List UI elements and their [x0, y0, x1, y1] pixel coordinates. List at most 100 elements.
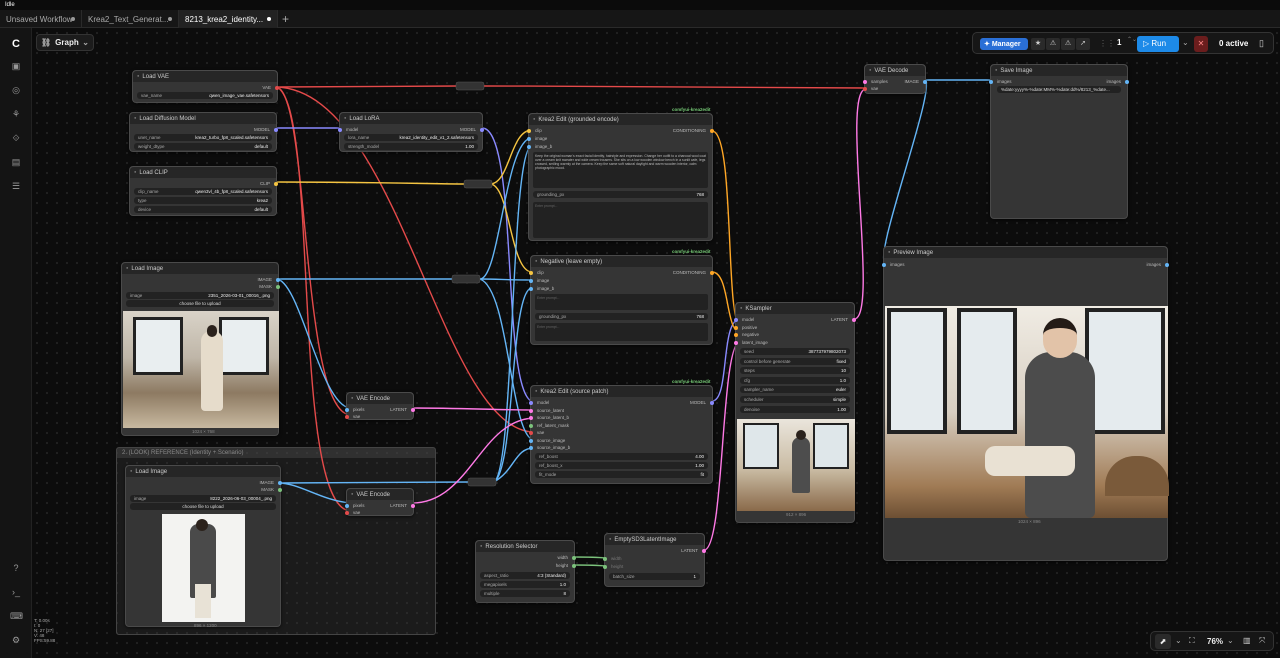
widget-multiple[interactable]: multiple 8: [480, 590, 570, 597]
input-slot[interactable]: [734, 333, 738, 337]
fit-view-icon[interactable]: ⛶: [1189, 636, 1195, 646]
node-vae-encode-1[interactable]: VAE Encode pixels vae LATENT: [345, 392, 415, 420]
input-slot[interactable]: [529, 438, 533, 443]
node-ksampler[interactable]: KSampler LATENT model positive negative lat…: [734, 302, 856, 523]
node-load-diffusion-model[interactable]: Load Diffusion Model MODEL unet_name krea…: [129, 112, 278, 152]
output-slot[interactable]: [274, 128, 278, 132]
widget-seed[interactable]: seed 387737979802073: [740, 348, 850, 355]
output-slot[interactable]: [480, 128, 484, 132]
input-slot[interactable]: [734, 340, 738, 345]
node-preview-image[interactable]: Preview Image images images 1024 × 896: [882, 246, 1169, 561]
node-save-image[interactable]: Save Image images images %date:yyyy%-%da…: [989, 64, 1129, 219]
widget-unet-name[interactable]: unet_name krea2_turbo_fp8_scaled.safetens…: [134, 134, 272, 141]
widget-batch-size[interactable]: batch_size 1: [609, 573, 700, 580]
tab-krea2-identity[interactable]: 8213_krea2_identity...: [179, 10, 278, 28]
output-slot[interactable]: [411, 408, 415, 412]
input-slot[interactable]: [603, 565, 607, 569]
widget-denoise[interactable]: denoise 1.00: [740, 405, 850, 413]
widget-steps[interactable]: steps 10: [740, 367, 850, 375]
tab-unsaved-workflow[interactable]: Unsaved Workflow: [0, 10, 82, 28]
secondary-prompt-textarea[interactable]: Enter prompt...: [533, 202, 708, 238]
widget-device[interactable]: device default: [134, 206, 272, 213]
node-vae-decode[interactable]: VAE Decode samples vae IMAGE: [863, 64, 927, 94]
input-slot[interactable]: [989, 80, 993, 84]
node-empty-sd3-latent[interactable]: EmptySD3LatentImage LATENT width height …: [603, 533, 706, 587]
stepper-icon[interactable]: ⌃⌄: [1127, 36, 1137, 43]
node-load-clip[interactable]: Load CLIP CLIP clip_name qwen3vl_4b_fp8_s…: [129, 166, 278, 216]
output-slot-mask[interactable]: [276, 285, 280, 289]
input-slot[interactable]: [529, 408, 533, 413]
input-slot[interactable]: [345, 504, 349, 508]
models-icon[interactable]: ◎: [10, 84, 22, 96]
output-slot[interactable]: [710, 401, 714, 405]
input-slot[interactable]: [529, 416, 533, 420]
node-load-lora[interactable]: Load LoRA model MODEL lora_name krea2_ide…: [338, 112, 484, 152]
input-slot[interactable]: [529, 279, 533, 283]
output-slot-mask[interactable]: [278, 488, 282, 492]
input-slot[interactable]: [338, 128, 342, 132]
output-slot[interactable]: [572, 556, 576, 560]
templates-icon[interactable]: ▤: [10, 156, 22, 168]
widget-scheduler[interactable]: scheduler simple: [740, 396, 850, 403]
output-slot[interactable]: [710, 129, 714, 133]
widget-cfg[interactable]: cfg 1.0: [740, 376, 850, 384]
cancel-run-button[interactable]: ✕: [1194, 36, 1208, 52]
drag-handle-icon[interactable]: ⋮⋮: [1099, 39, 1115, 48]
zoom-level[interactable]: 76%: [1207, 637, 1223, 646]
run-button[interactable]: ▷ Run: [1137, 36, 1179, 52]
link-visibility-icon[interactable]: ⤧: [1259, 636, 1265, 646]
chevron-down-icon[interactable]: ⌄: [1175, 636, 1182, 645]
widget-clip-name[interactable]: clip_name qwen3vl_4b_fp8_scaled.safetenso…: [134, 188, 272, 195]
prompt-textarea[interactable]: Enter prompt...: [535, 294, 708, 310]
manager-button[interactable]: ✦ Manager: [980, 38, 1028, 50]
workflows-icon[interactable]: ⟐: [10, 132, 22, 144]
node-krea2-source-patch[interactable]: Krea2 Edit (source patch) MODEL model sou…: [529, 385, 714, 484]
toggle-panel-icon[interactable]: ▯: [1259, 38, 1264, 49]
graph-selector[interactable]: ⛓ Graph ⌄: [36, 34, 94, 51]
input-slot[interactable]: [529, 401, 533, 405]
widget-filename-prefix[interactable]: %date:yyyy%-%date:MM%-%date:dd%/8213_%da…: [997, 86, 1121, 93]
upload-button[interactable]: choose file to upload: [126, 300, 274, 307]
pointer-icon[interactable]: ⬈: [1155, 634, 1171, 649]
widget-control-before-generate[interactable]: control before generate fixed: [740, 357, 850, 365]
node-load-vae[interactable]: Load VAE VAE vae_name qwen_image_vae.safe…: [132, 70, 279, 103]
output-slot-image[interactable]: [278, 481, 282, 485]
input-slot[interactable]: [529, 271, 533, 275]
terminal-icon[interactable]: ›_: [10, 586, 22, 598]
output-slot[interactable]: [275, 86, 279, 90]
output-slot[interactable]: [572, 564, 576, 568]
input-slot[interactable]: [527, 129, 531, 133]
active-queue-count[interactable]: 0 active: [1219, 39, 1248, 48]
node-vae-encode-2[interactable]: VAE Encode pixels vae LATENT: [345, 488, 415, 516]
input-slot[interactable]: [734, 318, 738, 322]
prompt-textarea[interactable]: Keep the original woman's exact facial i…: [533, 152, 708, 188]
widget-type[interactable]: type krea2: [134, 197, 272, 204]
output-slot[interactable]: [923, 80, 927, 84]
widget-fit-mode[interactable]: fit_mode fit: [535, 471, 708, 478]
upload-button[interactable]: choose file to upload: [130, 503, 276, 510]
settings-gear-icon[interactable]: ⚙: [10, 634, 22, 646]
input-slot[interactable]: [529, 423, 533, 428]
input-slot[interactable]: [734, 325, 738, 330]
run-options-chevron-icon[interactable]: ⌄: [1182, 38, 1189, 47]
node-krea2-grounded-encode[interactable]: Krea2 Edit (grounded encode) clip image …: [527, 113, 714, 241]
widget-weight-dtype[interactable]: weight_dtype default: [134, 143, 272, 150]
input-slot[interactable]: [529, 431, 533, 435]
widget-strength-model[interactable]: strength_model 1.00: [344, 143, 478, 150]
widget-ref-boost[interactable]: ref_boost 4.00: [535, 453, 708, 460]
input-slot[interactable]: [863, 87, 867, 91]
input-slot[interactable]: [603, 557, 607, 561]
widget-image[interactable]: image 2351_2026-03-01_00016_.png: [126, 292, 274, 299]
output-slot[interactable]: [1165, 263, 1169, 267]
batch-count[interactable]: 1: [1117, 38, 1121, 47]
input-slot[interactable]: [529, 287, 533, 291]
secondary-prompt-textarea[interactable]: Enter prompt...: [535, 323, 708, 341]
warning-icon[interactable]: ⚠: [1046, 38, 1060, 50]
widget-vae-name[interactable]: vae_name qwen_image_vae.safetensors: [137, 92, 273, 99]
input-slot[interactable]: [529, 446, 533, 450]
output-slot-image[interactable]: [276, 278, 280, 282]
input-slot[interactable]: [527, 137, 531, 141]
keyboard-icon[interactable]: ⌨: [10, 610, 23, 622]
help-icon[interactable]: ?: [10, 562, 22, 574]
input-slot[interactable]: [882, 263, 886, 267]
